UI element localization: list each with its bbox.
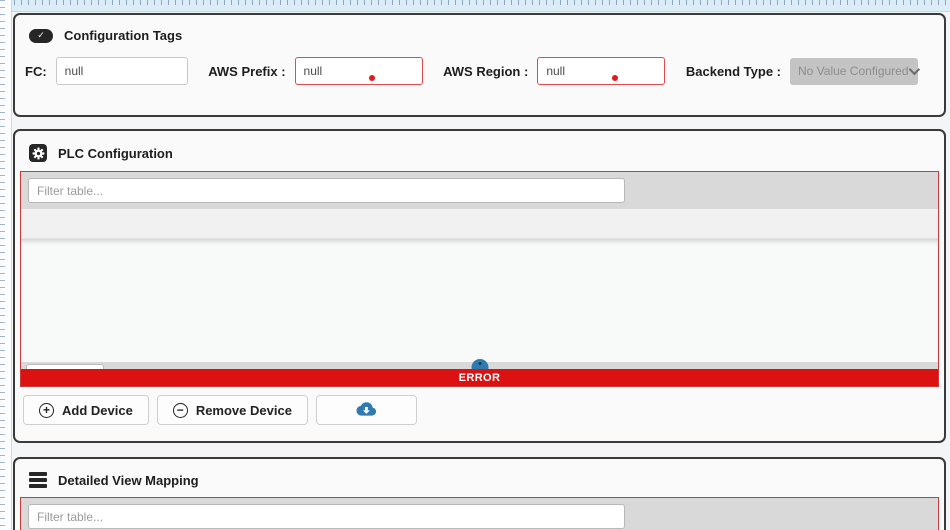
chevron-down-icon <box>908 64 919 75</box>
circle-plus-icon: + <box>39 403 54 418</box>
panel-title: Detailed View Mapping <box>58 473 199 488</box>
aws-region-label: AWS Region : <box>443 64 528 79</box>
validation-error-dot-icon <box>612 75 618 81</box>
plc-filter-input[interactable] <box>28 178 625 203</box>
cloud-download-icon <box>355 401 377 420</box>
plc-configuration-panel: PLC Configuration 25 rows ERROR + Add De… <box>13 129 946 443</box>
detailed-view-mapping-panel: Detailed View Mapping <box>13 457 946 530</box>
configuration-fields-row: FC: AWS Prefix : AWS Region : Backend Ty… <box>15 43 944 85</box>
panel-title: Configuration Tags <box>64 28 182 43</box>
backend-type-select[interactable]: No Value Configured <box>790 58 918 85</box>
plc-table: 25 rows ERROR <box>20 171 939 387</box>
grid-ruler-top <box>0 0 950 12</box>
toggle-check-icon: ✓ <box>29 29 53 43</box>
configuration-tags-header: ✓ Configuration Tags <box>15 15 944 43</box>
circle-minus-icon: − <box>173 403 188 418</box>
detailed-view-header: Detailed View Mapping <box>15 459 944 488</box>
detailed-view-table <box>20 497 939 530</box>
plc-table-header-row <box>21 209 938 239</box>
backend-type-field: Backend Type : No Value Configured <box>686 58 918 85</box>
fc-field: FC: <box>25 57 188 85</box>
remove-device-button[interactable]: − Remove Device <box>157 395 308 425</box>
panel-title: PLC Configuration <box>58 146 173 161</box>
table-rows-icon <box>29 472 47 488</box>
detailed-view-filter-input[interactable] <box>28 504 625 529</box>
gear-icon <box>29 144 47 162</box>
error-status-bar: ERROR <box>21 369 938 386</box>
grid-ruler-left <box>0 0 12 530</box>
aws-prefix-label: AWS Prefix : <box>208 64 285 79</box>
backend-type-label: Backend Type : <box>686 64 781 79</box>
add-device-label: Add Device <box>62 403 133 418</box>
plc-table-body-empty <box>21 239 938 362</box>
cloud-download-button[interactable] <box>316 395 417 425</box>
aws-prefix-input[interactable] <box>295 57 423 85</box>
plc-table-toolbar <box>21 172 938 209</box>
fc-input[interactable] <box>56 57 188 85</box>
aws-prefix-field: AWS Prefix : <box>208 57 422 85</box>
aws-region-field: AWS Region : <box>443 57 665 85</box>
validation-error-dot-icon <box>369 75 375 81</box>
add-device-button[interactable]: + Add Device <box>23 395 149 425</box>
remove-device-label: Remove Device <box>196 403 292 418</box>
aws-prefix-input-wrap <box>295 57 423 85</box>
plc-configuration-header: PLC Configuration <box>15 131 944 162</box>
aws-region-input[interactable] <box>537 57 665 85</box>
detailed-view-toolbar <box>21 498 938 530</box>
aws-region-input-wrap <box>537 57 665 85</box>
configuration-tags-panel: ✓ Configuration Tags FC: AWS Prefix : AW… <box>13 13 946 117</box>
designer-canvas: ✓ Configuration Tags FC: AWS Prefix : AW… <box>0 0 950 530</box>
backend-type-selected-value: No Value Configured <box>798 64 909 78</box>
fc-label: FC: <box>25 64 47 79</box>
plc-actions-row: + Add Device − Remove Device <box>23 395 944 425</box>
